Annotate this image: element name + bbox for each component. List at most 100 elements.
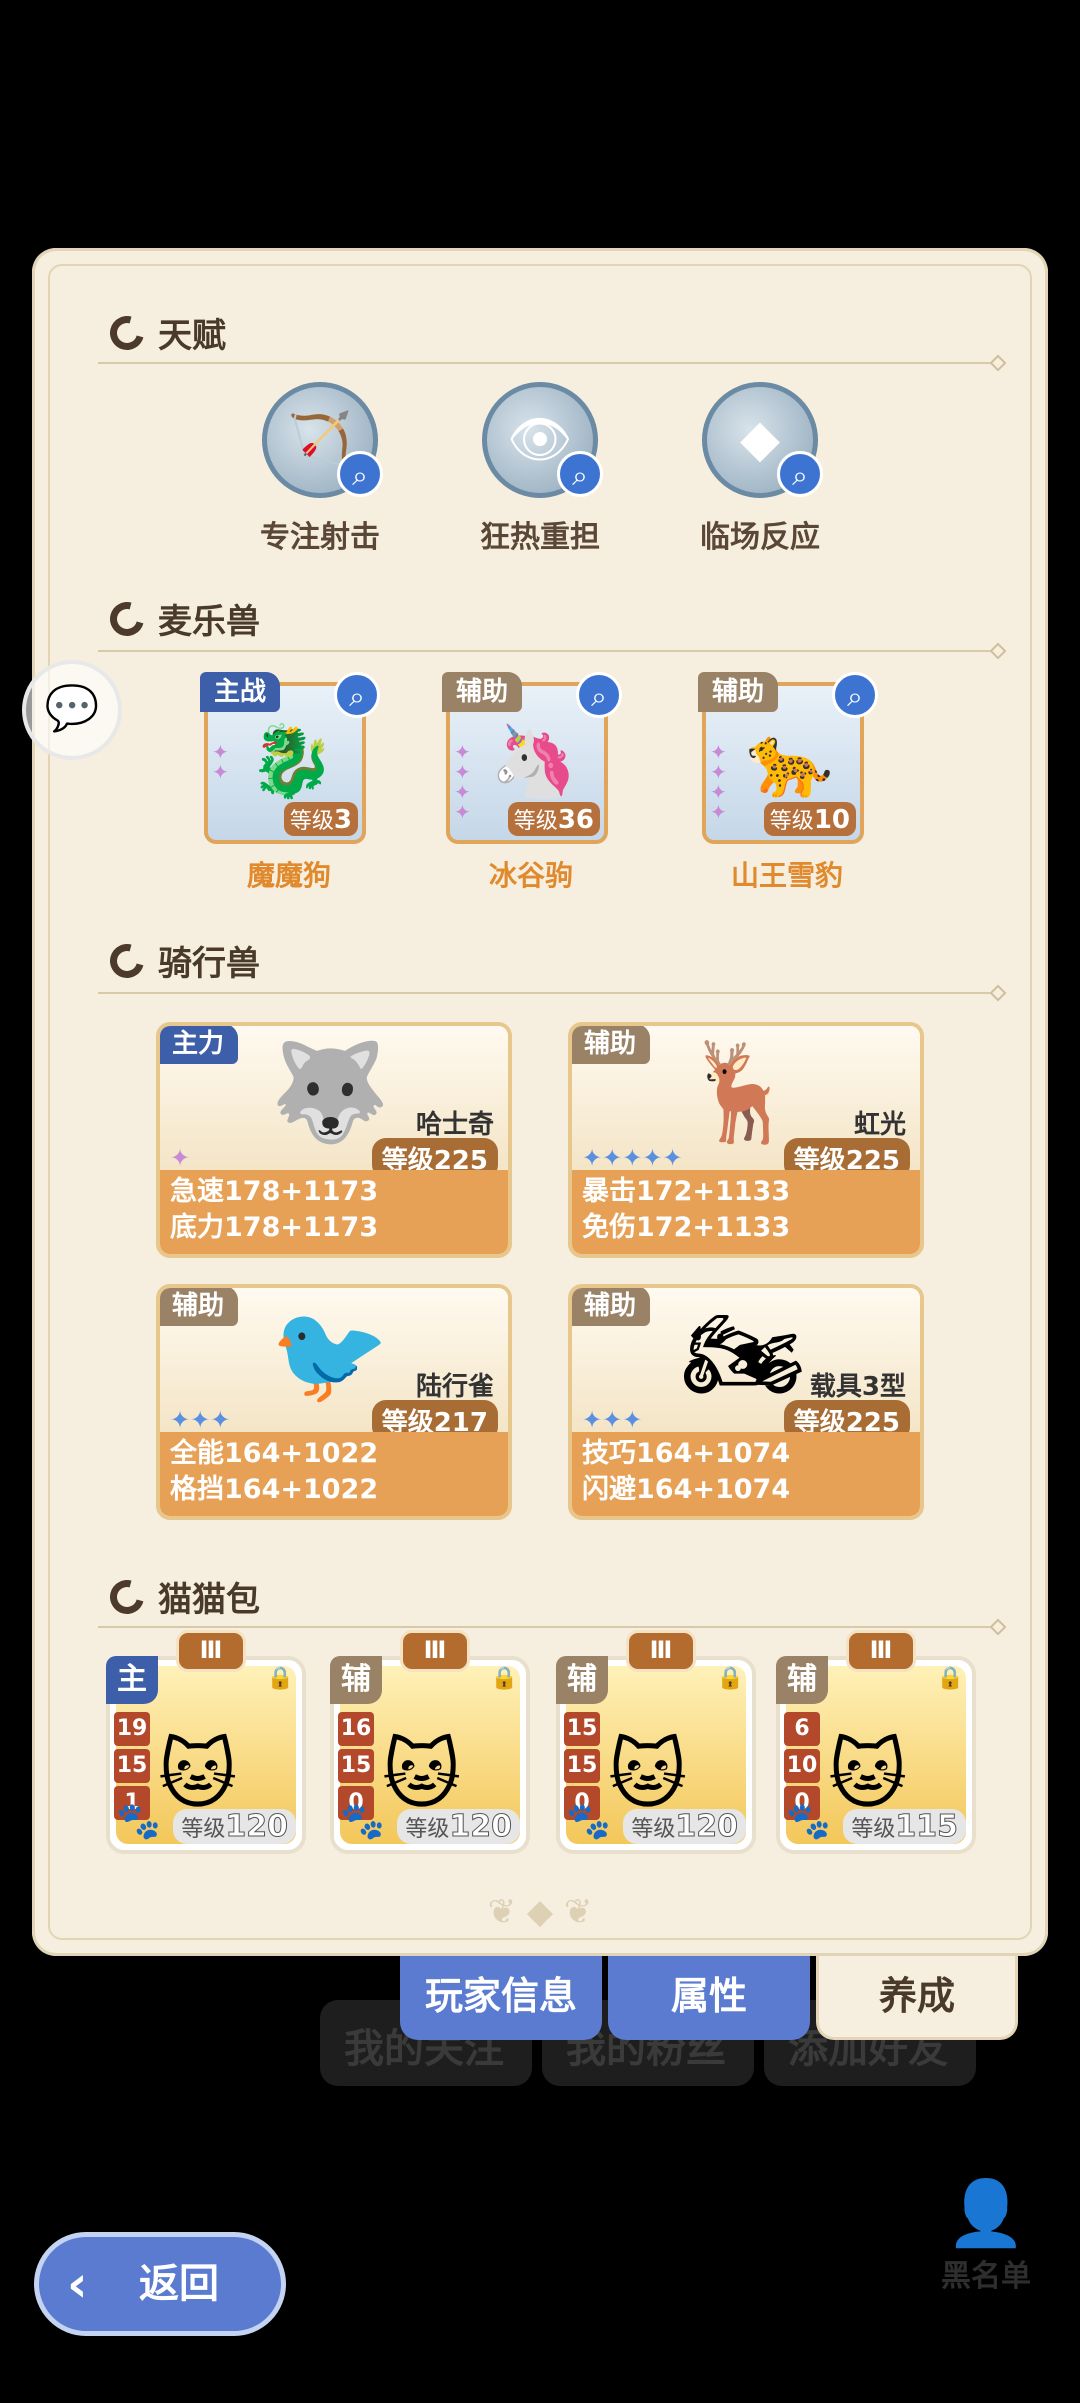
paw-icon: 🐾 <box>786 1801 831 1842</box>
pet-item[interactable]: 🐆 ✦ ✦ ✦ ✦ 辅助 ⌕ 等级10 山王雪豹 <box>698 672 878 894</box>
mount-stat: 急速178+1173 <box>170 1176 379 1207</box>
cat-portrait: 🐱 <box>382 1730 462 1819</box>
star-rank-icon: ✦✦✦✦✦ <box>582 1144 683 1172</box>
paw-icon: 🐾 <box>340 1801 385 1842</box>
section-divider <box>98 1626 998 1628</box>
talent-label: 专注射击 <box>260 520 380 555</box>
cat-bag-card[interactable]: 🐱 Ⅲ 辅 🔒 16 15 0 🐾 等级120 <box>330 1630 530 1854</box>
mount-stat: 底力178+1173 <box>170 1212 379 1243</box>
section-moon-icon <box>103 1573 151 1620</box>
bag-level: 等级120 <box>173 1809 296 1845</box>
bag-stat: 10 <box>784 1749 820 1783</box>
mount-card[interactable]: 🐦 辅助 ✦✦✦ 陆行雀 等级217 全能164+1022 格挡164+1022 <box>156 1284 512 1520</box>
section-divider <box>98 992 998 994</box>
bag-role-tag: 辅 <box>776 1656 828 1704</box>
user-block-icon: 👤 <box>946 2177 1026 2251</box>
pet-item[interactable]: 🐉 ✦ ✦ 主战 ⌕ 等级3 魔魔狗 <box>200 672 380 894</box>
back-button[interactable]: ‹ 返回 <box>34 2232 286 2336</box>
pet-name: 冰谷驹 <box>488 859 573 892</box>
lock-icon[interactable]: 🔒 <box>937 1666 964 1691</box>
mount-card[interactable]: 🐺 主力 ✦ 哈士奇 等级225 急速178+1173 底力178+1173 <box>156 1022 512 1258</box>
pet-portrait: 🐆 <box>746 720 834 802</box>
bag-stat: 15 <box>564 1712 600 1746</box>
pet-role-tag: 主战 <box>200 672 281 712</box>
bag-stat: 6 <box>784 1712 820 1746</box>
magnifier-icon[interactable]: ⌕ <box>832 672 878 718</box>
lock-icon[interactable]: 🔒 <box>717 1666 744 1691</box>
magnifier-icon[interactable]: ⌕ <box>576 672 622 718</box>
pet-section-header: 麦乐兽 <box>103 594 260 643</box>
bag-stat: 16 <box>338 1712 374 1746</box>
mount-stat: 免伤172+1133 <box>582 1212 791 1243</box>
pet-level: 等级10 <box>763 802 856 836</box>
bag-level: 等级120 <box>397 1809 520 1845</box>
pet-section-title: 麦乐兽 <box>158 602 260 642</box>
pet-role-tag: 辅助 <box>698 672 779 712</box>
pet-item[interactable]: 🦄 ✦ ✦ ✦ ✦ 辅助 ⌕ 等级36 冰谷驹 <box>442 672 622 894</box>
mount-stat: 暴击172+1133 <box>582 1176 791 1207</box>
panel-ornament: ❦ ◆ ❦ <box>487 1892 593 1932</box>
magnifier-icon[interactable]: ⌕ <box>337 451 383 497</box>
mount-name: 陆行雀 <box>415 1372 494 1402</box>
cat-portrait: 🐱 <box>158 1730 238 1819</box>
talent-label: 狂热重担 <box>480 520 600 555</box>
tab-growth[interactable]: 养成 <box>816 1956 1018 2040</box>
mount-stats: 全能164+1022 格挡164+1022 <box>160 1432 508 1516</box>
mount-stats: 技巧164+1074 闪避164+1074 <box>572 1432 920 1516</box>
pet-level: 等级3 <box>283 802 358 836</box>
bag-stat: 15 <box>564 1749 600 1783</box>
lock-icon[interactable]: 🔒 <box>491 1666 518 1691</box>
bag-section-header: 猫猫包 <box>103 1572 260 1621</box>
blacklist-label: 黑名单 <box>941 2259 1031 2294</box>
star-rank-icon: ✦✦✦ <box>582 1406 643 1434</box>
star-rank-icon: ✦ ✦ <box>212 740 229 784</box>
lock-icon[interactable]: 🔒 <box>267 1666 294 1691</box>
magnifier-icon[interactable]: ⌕ <box>334 672 380 718</box>
diamond-icon: ◆ ⌕ <box>702 382 823 498</box>
bag-stat: 19 <box>114 1712 150 1746</box>
talent-item[interactable]: 🏹 ⌕ 专注射击 <box>240 382 400 556</box>
bag-section-title: 猫猫包 <box>158 1580 260 1620</box>
bag-role-tag: 主 <box>106 1656 158 1704</box>
tab-player-info[interactable]: 玩家信息 <box>400 1956 602 2040</box>
magnifier-icon[interactable]: ⌕ <box>777 451 823 497</box>
section-moon-icon <box>103 937 151 984</box>
magnifier-icon[interactable]: ⌕ <box>557 451 603 497</box>
talent-section-title: 天赋 <box>158 316 226 356</box>
cat-bag-card[interactable]: 🐱 Ⅲ 辅 🔒 6 10 0 🐾 等级115 <box>776 1630 976 1854</box>
mount-role-tag: 辅助 <box>572 1026 651 1064</box>
eye-icon: 👁 ⌕ <box>482 382 603 498</box>
back-arrow-icon: ‹ <box>67 2255 88 2313</box>
bag-level: 等级115 <box>843 1809 966 1845</box>
bag-tier: Ⅲ <box>846 1630 916 1672</box>
pet-card[interactable]: 🐉 ✦ ✦ 主战 ⌕ 等级3 <box>200 672 380 844</box>
star-rank-icon: ✦ ✦ ✦ ✦ <box>710 740 727 824</box>
section-moon-icon <box>103 595 151 642</box>
mount-section-header: 骑行兽 <box>103 936 260 985</box>
mount-stat: 技巧164+1074 <box>582 1438 791 1469</box>
mount-stats: 暴击172+1133 免伤172+1133 <box>572 1170 920 1254</box>
bow-icon: 🏹 ⌕ <box>262 382 383 498</box>
pet-card[interactable]: 🦄 ✦ ✦ ✦ ✦ 辅助 ⌕ 等级36 <box>442 672 622 844</box>
mount-card[interactable]: 🏍 辅助 ✦✦✦ 载具3型 等级225 技巧164+1074 闪避164+107… <box>568 1284 924 1520</box>
talent-item[interactable]: ◆ ⌕ 临场反应 <box>680 382 840 556</box>
cat-bag-card[interactable]: 🐱 Ⅲ 辅 🔒 15 15 0 🐾 等级120 <box>556 1630 756 1854</box>
mount-role-tag: 辅助 <box>572 1288 651 1326</box>
pet-level: 等级36 <box>507 802 600 836</box>
star-rank-icon: ✦ ✦ ✦ ✦ <box>454 740 471 824</box>
bag-tier: Ⅲ <box>626 1630 696 1672</box>
mount-stats: 急速178+1173 底力178+1173 <box>160 1170 508 1254</box>
mount-section-title: 骑行兽 <box>158 944 260 984</box>
chat-bubble-icon[interactable]: 💬 <box>22 660 122 760</box>
pet-card[interactable]: 🐆 ✦ ✦ ✦ ✦ 辅助 ⌕ 等级10 <box>698 672 878 844</box>
mount-name: 载具3型 <box>809 1372 906 1402</box>
talent-item[interactable]: 👁 ⌕ 狂热重担 <box>460 382 620 556</box>
cat-bag-card[interactable]: 🐱 Ⅲ 主 🔒 19 15 1 🐾 等级120 <box>106 1630 306 1854</box>
section-divider <box>98 362 998 364</box>
pet-role-tag: 辅助 <box>442 672 523 712</box>
mount-name: 虹光 <box>853 1110 906 1140</box>
blacklist-button[interactable]: 👤 黑名单 <box>926 2176 1046 2295</box>
mount-card[interactable]: 🦌 辅助 ✦✦✦✦✦ 虹光 等级225 暴击172+1133 免伤172+113… <box>568 1022 924 1258</box>
tab-attributes[interactable]: 属性 <box>608 1956 810 2040</box>
bag-stat: 15 <box>114 1749 150 1783</box>
